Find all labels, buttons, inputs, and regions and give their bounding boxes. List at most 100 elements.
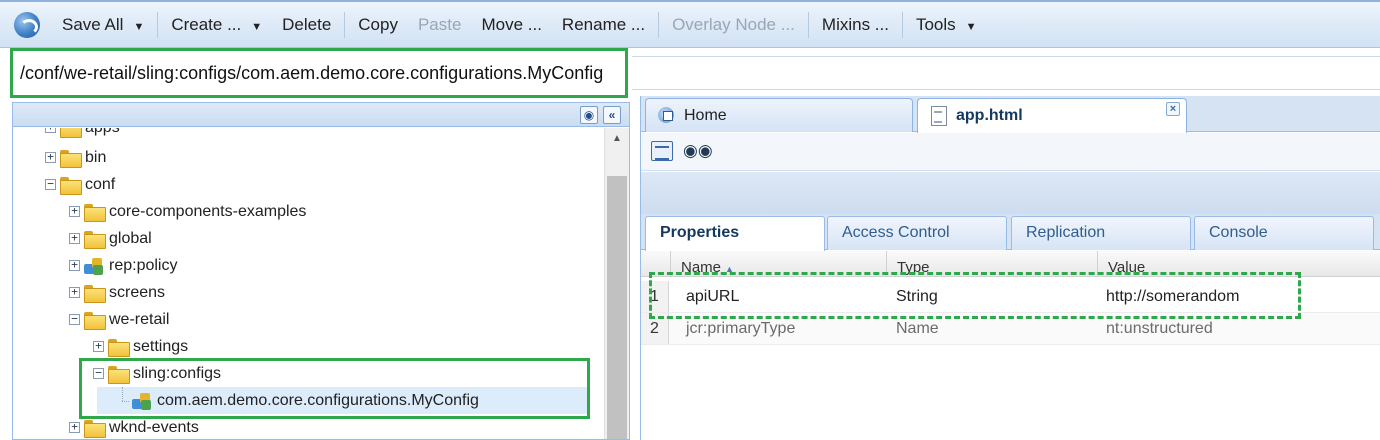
property-tabstrip: Properties Access Control Replication Co…: [641, 214, 1380, 368]
column-header-value[interactable]: Value: [1097, 251, 1380, 276]
expand-icon[interactable]: +: [69, 286, 80, 298]
collapse-icon[interactable]: «: [603, 106, 621, 124]
tree-item-label: we-retail: [109, 310, 170, 328]
tree-item-label: rep:policy: [109, 256, 178, 274]
tree-item-label: core-components-examples: [109, 202, 307, 220]
sort-ascending-icon: ▲: [725, 264, 734, 274]
folder-icon: [108, 365, 130, 384]
expand-icon[interactable]: +: [69, 232, 80, 244]
tab-properties[interactable]: Properties: [645, 216, 825, 251]
column-header-label: Type: [897, 259, 930, 276]
editor-toolbar: ◉◉: [641, 133, 1380, 171]
expand-icon[interactable]: +: [93, 340, 104, 352]
tree-item-settings[interactable]: + settings: [93, 333, 188, 360]
move-button[interactable]: Move ...: [471, 15, 551, 35]
binoculars-icon[interactable]: ◉◉: [683, 141, 713, 161]
toolbar-separator: [157, 11, 159, 38]
toolbar-separator: [807, 11, 809, 38]
editor-band: [641, 172, 1380, 214]
refresh-logo-icon[interactable]: [14, 11, 40, 38]
column-header-type[interactable]: Type: [886, 251, 1098, 276]
path-input[interactable]: /conf/we-retail/sling:configs/com.aem.de…: [10, 48, 628, 98]
tree-item-bin[interactable]: + bin: [45, 144, 106, 171]
tab-label: app.html: [956, 107, 1023, 124]
expand-icon[interactable]: +: [69, 205, 80, 217]
tree-item-label: com.aem.demo.core.configurations.MyConfi…: [157, 391, 479, 409]
save-all-button[interactable]: Save All ▼: [52, 15, 154, 35]
create-label: Create ...: [171, 14, 242, 34]
path-bar-filler: [632, 56, 1380, 90]
tree-item-core-components-examples[interactable]: + core-components-examples: [69, 198, 306, 225]
cell-type[interactable]: String: [896, 281, 938, 312]
column-header-label: Value: [1108, 259, 1146, 276]
cell-name[interactable]: jcr:primaryType: [686, 313, 795, 344]
paste-button[interactable]: Paste: [408, 15, 471, 35]
tab-replication[interactable]: Replication: [1011, 216, 1191, 250]
expand-icon[interactable]: +: [69, 421, 80, 433]
scroll-thumb[interactable]: [607, 176, 627, 439]
cell-type[interactable]: Name: [896, 313, 939, 344]
tree-item-screens[interactable]: + screens: [69, 279, 165, 306]
tree-item-rep-policy[interactable]: + rep:policy: [69, 252, 177, 279]
folder-icon: [84, 203, 106, 222]
mixins-button[interactable]: Mixins ...: [812, 15, 899, 35]
cell-value[interactable]: nt:unstructured: [1106, 313, 1213, 344]
folder-icon: [84, 419, 106, 438]
grid-view-icon[interactable]: [651, 141, 673, 161]
caret-down-icon[interactable]: ▼: [251, 21, 262, 33]
binoculars-icon[interactable]: ◉: [580, 106, 598, 124]
tree-item-label: sling:configs: [133, 364, 222, 382]
tree-item-conf[interactable]: − conf: [45, 171, 115, 198]
tab-app-html[interactable]: app.html ×: [917, 98, 1187, 133]
node-icon: [84, 257, 104, 275]
tree-item-wknd-events[interactable]: + wknd-events: [69, 414, 199, 439]
tree-item-we-retail[interactable]: − we-retail: [69, 306, 169, 333]
overlay-node-button[interactable]: Overlay Node ...: [662, 15, 805, 35]
caret-down-icon[interactable]: ▼: [966, 21, 977, 33]
cell-name[interactable]: apiURL: [686, 281, 739, 312]
tree-panel-header: ◉ «: [13, 103, 629, 127]
grid-header: Name ▲ Type Value: [641, 251, 1380, 277]
properties-grid: Name ▲ Type Value 1 apiURL String http://…: [641, 251, 1380, 440]
table-row[interactable]: 2 jcr:primaryType Name nt:unstructured: [641, 313, 1380, 345]
copy-button[interactable]: Copy: [348, 15, 408, 35]
tree-item-sling-configs[interactable]: − sling:configs: [93, 360, 221, 387]
create-button[interactable]: Create ... ▼: [161, 15, 272, 35]
tree-item-label: wknd-events: [109, 418, 199, 436]
collapse-node-icon[interactable]: −: [69, 313, 80, 325]
tree-item-label: bin: [85, 148, 107, 166]
node-icon: [132, 392, 152, 410]
collapse-node-icon[interactable]: −: [45, 178, 56, 190]
tree-scrollbar[interactable]: ▲: [604, 128, 629, 439]
tree-item-label: global: [109, 229, 152, 247]
expand-icon[interactable]: +: [45, 128, 56, 133]
folder-icon: [108, 338, 130, 357]
cell-value[interactable]: http://somerandom: [1106, 281, 1239, 312]
tree-item-label: conf: [85, 175, 116, 193]
tree-item-apps[interactable]: + apps: [45, 128, 120, 141]
close-icon[interactable]: ×: [1166, 102, 1180, 116]
tab-console[interactable]: Console: [1194, 216, 1374, 250]
column-header-name[interactable]: Name ▲: [670, 251, 886, 276]
collapse-node-icon[interactable]: −: [93, 367, 104, 379]
tree-item-global[interactable]: + global: [69, 225, 152, 252]
tree-connector: [117, 387, 129, 414]
rename-button[interactable]: Rename ...: [552, 15, 655, 35]
repository-tree-panel: ◉ « + apps + bin − conf + core-component…: [12, 102, 630, 440]
delete-button[interactable]: Delete: [272, 15, 341, 35]
tree-item-label: screens: [109, 283, 166, 301]
folder-icon: [60, 128, 82, 138]
tools-button[interactable]: Tools ▼: [906, 15, 987, 35]
expand-icon[interactable]: +: [69, 259, 80, 271]
tab-access-control[interactable]: Access Control: [827, 216, 1007, 250]
main-toolbar: Save All ▼ Create ... ▼ Delete Copy Paste …: [0, 0, 1380, 48]
tree-item-label: settings: [133, 337, 189, 355]
column-header-label: Name: [681, 259, 722, 276]
tab-home[interactable]: Home: [645, 98, 913, 132]
home-icon: [656, 106, 678, 126]
table-row[interactable]: 1 apiURL String http://somerandom: [641, 281, 1380, 313]
scroll-up-arrow-icon[interactable]: ▲: [605, 128, 629, 150]
expand-icon[interactable]: +: [45, 151, 56, 163]
tree-item-myconfig[interactable]: com.aem.demo.core.configurations.MyConfi…: [97, 387, 589, 414]
caret-down-icon[interactable]: ▼: [133, 21, 144, 33]
